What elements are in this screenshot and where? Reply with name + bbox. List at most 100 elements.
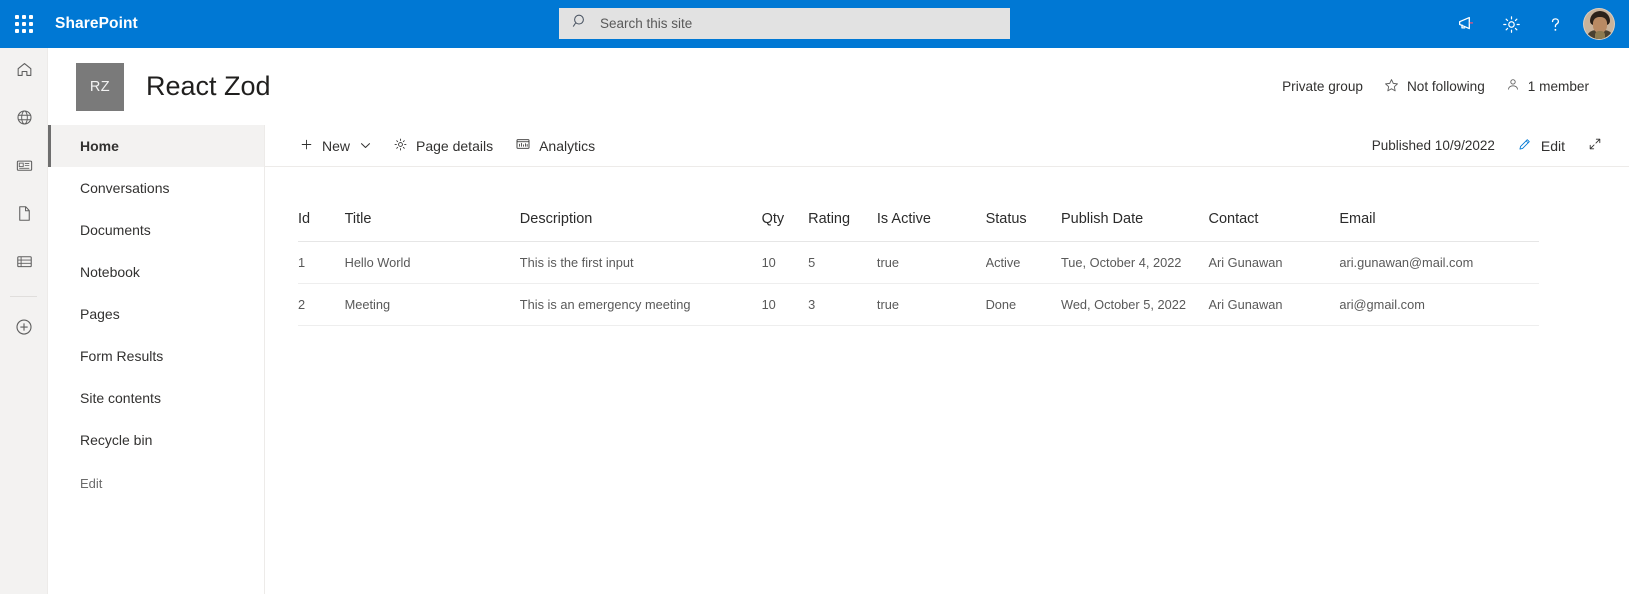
- cell-title: Meeting: [344, 283, 520, 326]
- analytics-icon: [515, 136, 531, 155]
- column-header-publish-date: Publish Date: [1060, 211, 1209, 242]
- news-icon: [15, 156, 34, 180]
- data-table-wrapper: Id Title Description Qty Rating Is Activ…: [298, 211, 1539, 326]
- rail-item-home[interactable]: [0, 48, 48, 96]
- plus-icon: [299, 137, 314, 155]
- column-header-qty: Qty: [761, 211, 809, 242]
- sidebar-item-notebook[interactable]: Notebook: [48, 251, 264, 293]
- avatar[interactable]: [1583, 8, 1615, 40]
- sidebar-item-home[interactable]: Home: [48, 125, 264, 167]
- cell-email: ari.gunawan@mail.com: [1339, 241, 1539, 284]
- sidebar-item-label: Pages: [80, 306, 120, 322]
- sidebar-item-label: Documents: [80, 222, 151, 238]
- command-bar-left: New Page details Analytics: [289, 129, 605, 163]
- cell-status: Active: [985, 241, 1061, 284]
- expand-icon: [1587, 136, 1603, 155]
- column-header-email: Email: [1339, 211, 1539, 242]
- site-search[interactable]: [559, 8, 1010, 39]
- site-navigation: Home Conversations Documents Notebook Pa…: [48, 125, 265, 594]
- cell-title: Hello World: [344, 241, 520, 284]
- sidebar-item-recycle-bin[interactable]: Recycle bin: [48, 419, 264, 461]
- help-icon[interactable]: [1533, 2, 1577, 46]
- pencil-icon: [1517, 136, 1533, 155]
- sidebar-item-documents[interactable]: Documents: [48, 209, 264, 251]
- privacy-text: Private group: [1282, 79, 1363, 94]
- follow-button[interactable]: Not following: [1373, 71, 1495, 103]
- rail-item-websites[interactable]: [0, 96, 48, 144]
- sidebar-item-pages[interactable]: Pages: [48, 293, 264, 335]
- sidebar-item-label: Home: [80, 138, 119, 154]
- analytics-label: Analytics: [539, 137, 596, 154]
- table-header-row: Id Title Description Qty Rating Is Activ…: [298, 211, 1539, 242]
- app-launcher-button[interactable]: [0, 0, 48, 48]
- globe-icon: [15, 108, 34, 132]
- follow-label: Not following: [1406, 79, 1485, 94]
- rail-item-pages[interactable]: [0, 192, 48, 240]
- fullscreen-button[interactable]: [1577, 129, 1613, 163]
- gear-icon: [393, 137, 408, 155]
- sidebar-item-form-results[interactable]: Form Results: [48, 335, 264, 377]
- megaphone-icon[interactable]: [1445, 2, 1489, 46]
- rail-item-create[interactable]: [0, 305, 48, 353]
- privacy-label: Private group: [1272, 73, 1373, 100]
- edit-button[interactable]: Edit: [1507, 129, 1575, 163]
- table-row[interactable]: 2 Meeting This is an emergency meeting 1…: [298, 283, 1539, 326]
- site-header: RZ React Zod Private group Not following…: [48, 48, 1629, 125]
- analytics-button[interactable]: Analytics: [505, 129, 605, 163]
- chevron-down-icon[interactable]: [360, 140, 371, 151]
- cell-is-active: true: [876, 241, 986, 284]
- sidebar-item-label: Form Results: [80, 348, 164, 364]
- sidebar-item-label: Conversations: [80, 180, 170, 196]
- rail-item-news[interactable]: [0, 144, 48, 192]
- page-details-label: Page details: [416, 137, 494, 154]
- site-meta: Private group Not following 1 member: [1272, 71, 1599, 103]
- column-header-status: Status: [985, 211, 1061, 242]
- sidebar-item-site-contents[interactable]: Site contents: [48, 377, 264, 419]
- members-label: 1 member: [1527, 79, 1589, 94]
- command-bar: New Page details Analytics Published 10/…: [265, 125, 1629, 167]
- new-label: New: [322, 137, 351, 154]
- page-canvas: Id Title Description Qty Rating Is Activ…: [265, 167, 1629, 594]
- sidebar-item-conversations[interactable]: Conversations: [48, 167, 264, 209]
- list-icon: [15, 252, 34, 276]
- page-title[interactable]: React Zod: [146, 71, 271, 102]
- person-icon: [1505, 77, 1521, 96]
- cell-qty: 10: [761, 241, 809, 284]
- search-box[interactable]: [559, 8, 1010, 39]
- edit-label: Edit: [1540, 137, 1565, 154]
- app-rail: [0, 48, 48, 594]
- members-button[interactable]: 1 member: [1495, 71, 1599, 102]
- rail-divider: [10, 296, 37, 297]
- sharepoint-brand[interactable]: SharePoint: [55, 15, 138, 33]
- column-header-id: Id: [298, 211, 345, 242]
- cell-id: 2: [298, 283, 345, 326]
- table-row[interactable]: 1 Hello World This is the first input 10…: [298, 241, 1539, 284]
- cell-id: 1: [298, 241, 345, 284]
- cell-status: Done: [985, 283, 1061, 326]
- column-header-title: Title: [344, 211, 520, 242]
- cell-description: This is an emergency meeting: [519, 283, 762, 326]
- column-header-rating: Rating: [808, 211, 877, 242]
- suite-bar: SharePoint: [0, 0, 1629, 48]
- cell-publish-date: Tue, October 4, 2022: [1060, 241, 1209, 284]
- site-logo: RZ: [76, 62, 124, 111]
- cell-description: This is the first input: [519, 241, 762, 284]
- table-header: Id Title Description Qty Rating Is Activ…: [298, 211, 1539, 242]
- search-input[interactable]: [600, 9, 980, 38]
- sidebar-item-label: Recycle bin: [80, 432, 153, 448]
- cell-rating: 3: [808, 283, 877, 326]
- create-icon: [14, 317, 34, 342]
- new-button[interactable]: New: [289, 129, 381, 163]
- home-icon: [15, 60, 34, 84]
- cell-rating: 5: [808, 241, 877, 284]
- page-details-button[interactable]: Page details: [383, 129, 503, 163]
- column-header-description: Description: [519, 211, 762, 242]
- edit-navigation-link[interactable]: Edit: [48, 463, 264, 503]
- cell-email: ari@gmail.com: [1339, 283, 1539, 326]
- gear-icon[interactable]: [1489, 2, 1533, 46]
- column-header-contact: Contact: [1208, 211, 1340, 242]
- data-table: Id Title Description Qty Rating Is Activ…: [298, 211, 1539, 326]
- cell-is-active: true: [876, 283, 986, 326]
- rail-item-lists[interactable]: [0, 240, 48, 288]
- published-status: Published 10/9/2022: [1371, 138, 1495, 153]
